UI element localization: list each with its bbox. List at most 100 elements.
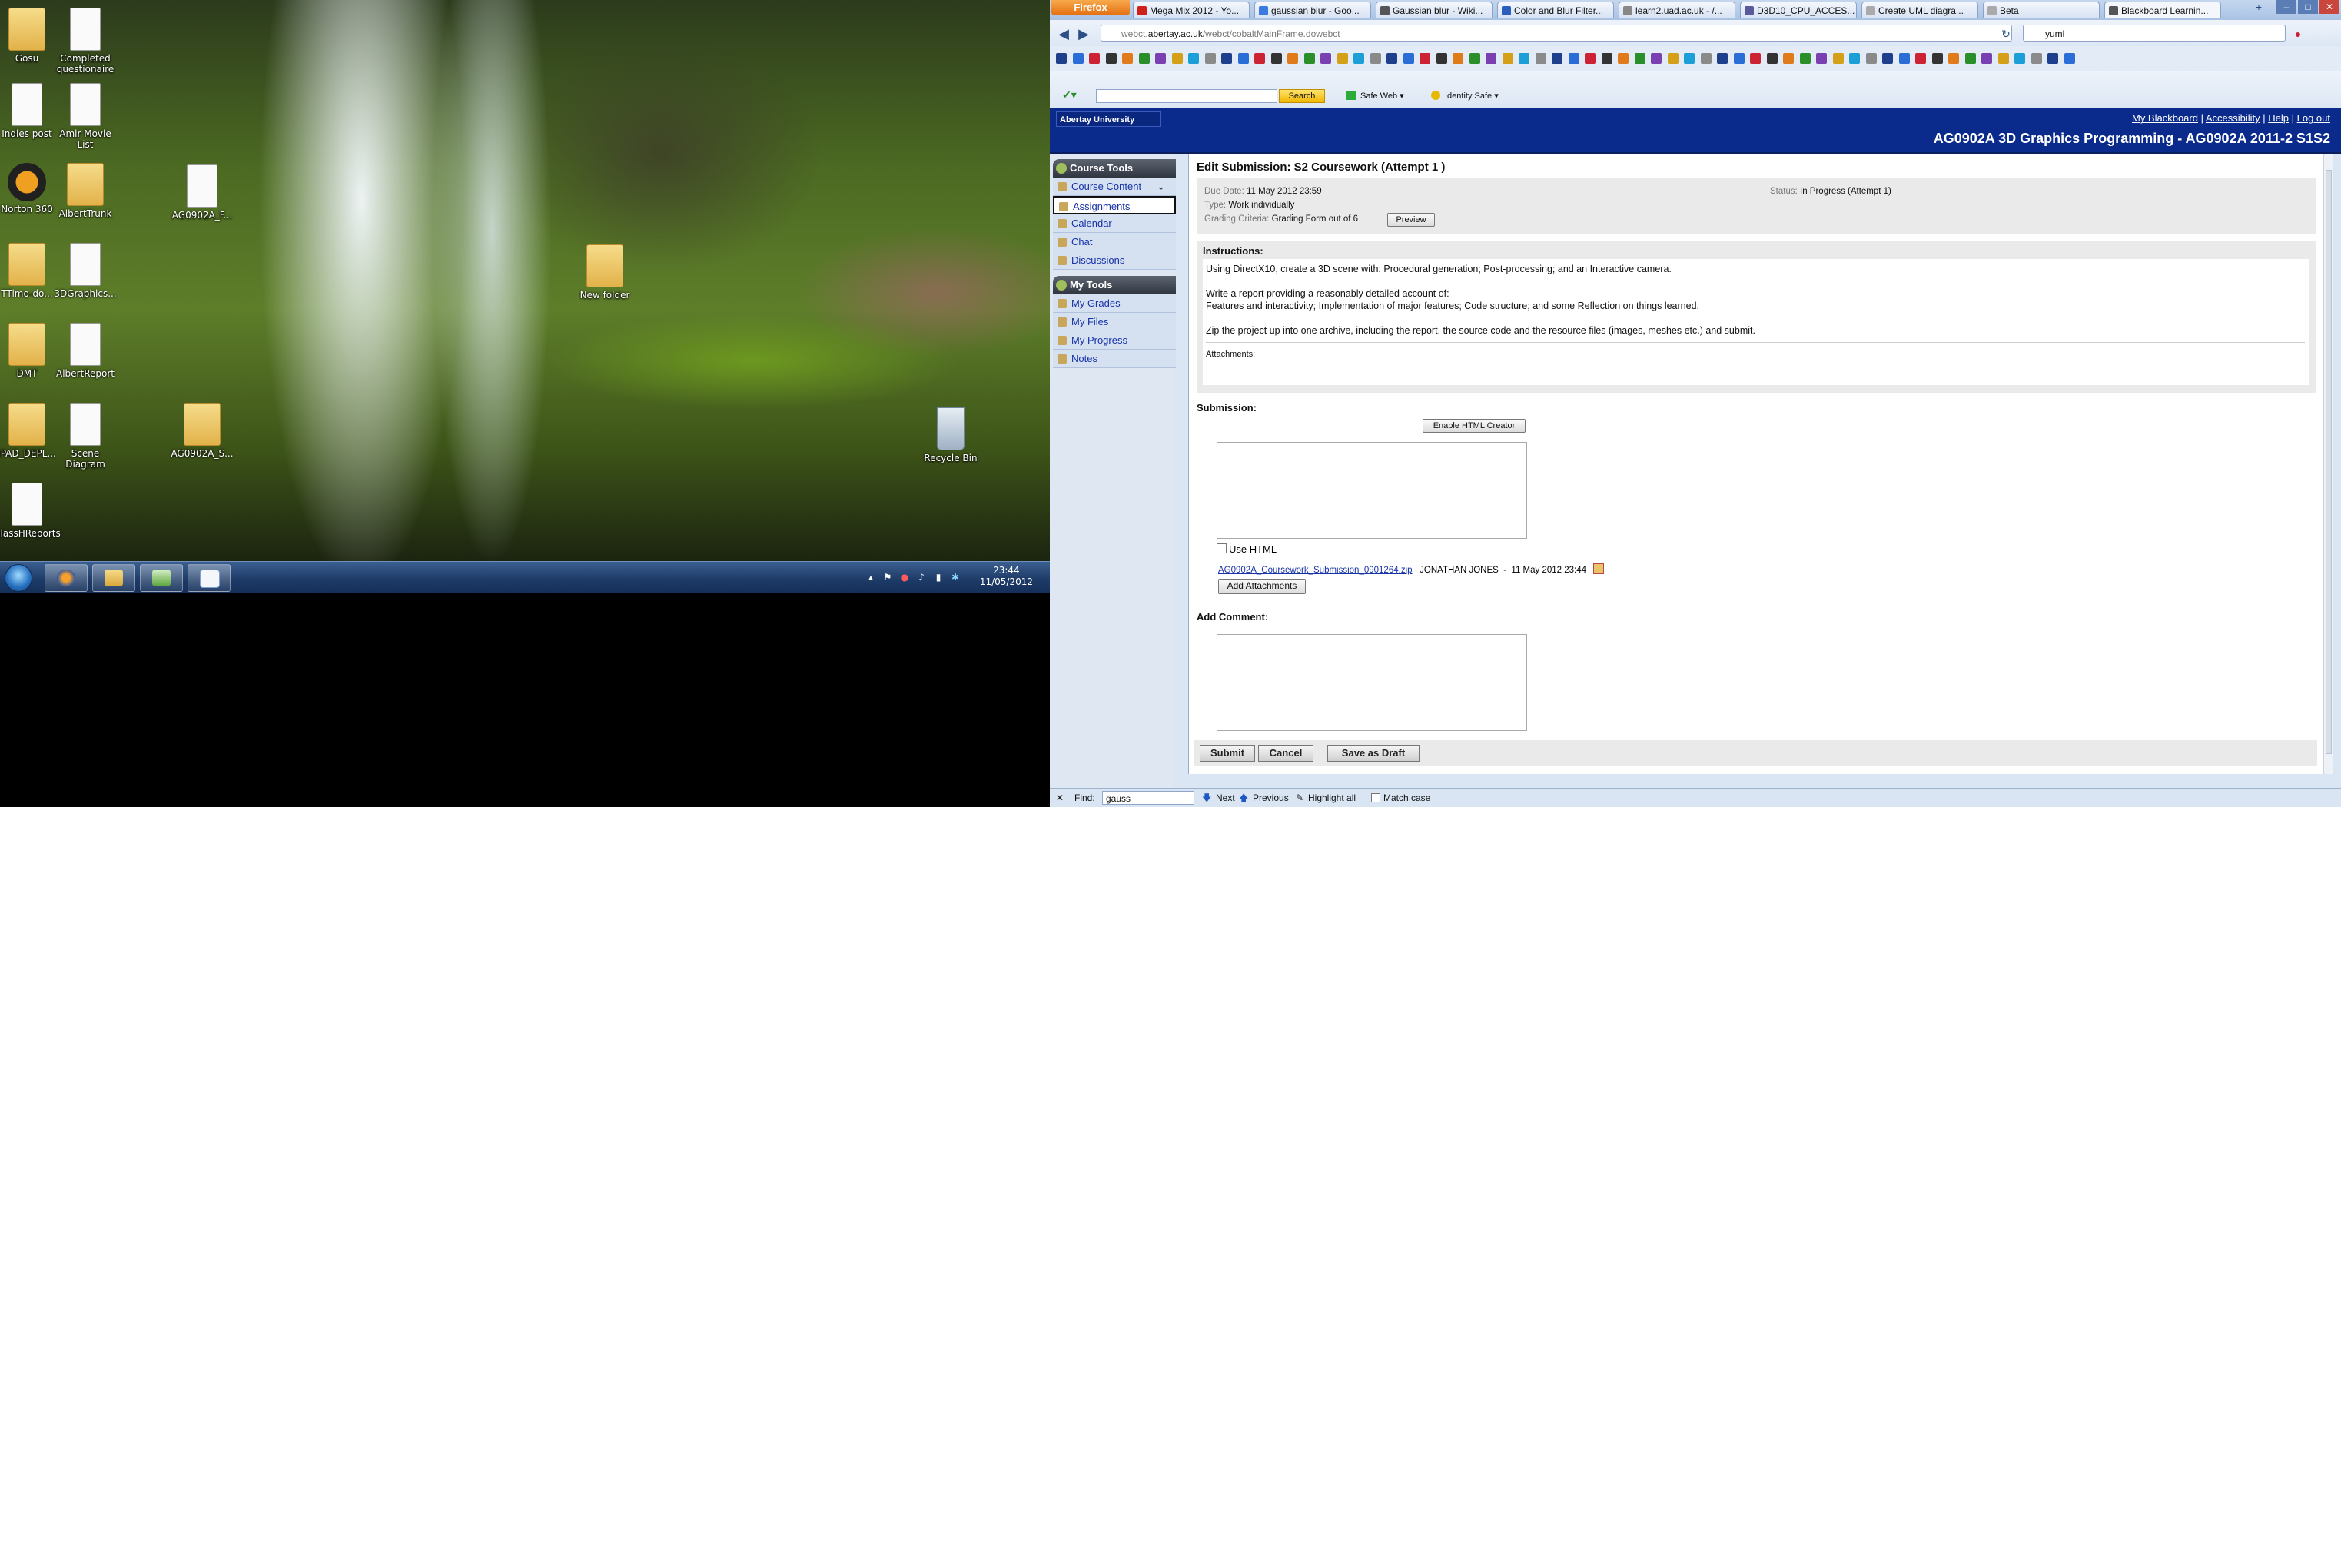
bookmark-favicon-icon[interactable]	[1667, 53, 1679, 64]
bookmark-favicon-icon[interactable]	[1502, 53, 1513, 64]
bookmark-favicon-icon[interactable]	[1519, 53, 1529, 64]
bookmark-favicon-icon[interactable]	[1353, 53, 1364, 64]
bookmark-favicon-icon[interactable]	[1188, 53, 1199, 64]
sidebar-item-my-files[interactable]: My Files	[1053, 313, 1176, 331]
desktop-icon-ag0902a-s[interactable]: AG0902A_S...	[168, 403, 237, 459]
norton-identity-safe[interactable]: Identity Safe ▾	[1431, 91, 1499, 101]
my-tools-header[interactable]: My Tools	[1053, 276, 1176, 294]
sidebar-item-assignments[interactable]: Assignments	[1053, 196, 1176, 214]
my-blackboard-link[interactable]: My Blackboard	[2132, 112, 2198, 124]
browser-tab[interactable]: Create UML diagra...	[1861, 2, 1978, 18]
bookmark-favicon-icon[interactable]	[1849, 53, 1860, 64]
bookmark-favicon-icon[interactable]	[2014, 53, 2025, 64]
browser-tab[interactable]: gaussian blur - Goo...	[1254, 2, 1371, 18]
chevron-down-icon[interactable]: ⌄	[1157, 178, 1165, 196]
desktop-icon-scene-diagram[interactable]: Scene Diagram	[51, 403, 120, 470]
browser-tab[interactable]: Beta	[1983, 2, 2100, 18]
highlight-all-button[interactable]: Highlight all	[1308, 792, 1356, 803]
addon-icon[interactable]: ●	[2290, 26, 2306, 42]
save-as-draft-button[interactable]: Save as Draft	[1327, 745, 1420, 762]
sidebar-item-calendar[interactable]: Calendar	[1053, 214, 1176, 233]
bookmark-favicon-icon[interactable]	[1585, 53, 1596, 64]
bookmark-favicon-icon[interactable]	[1535, 53, 1546, 64]
bookmark-favicon-icon[interactable]	[2047, 53, 2058, 64]
match-case-checkbox[interactable]	[1371, 793, 1380, 802]
bookmark-favicon-icon[interactable]	[1882, 53, 1893, 64]
course-tools-header[interactable]: Course Tools	[1053, 159, 1176, 178]
bookmark-favicon-icon[interactable]	[1964, 53, 1976, 64]
taskbar-clock[interactable]: 23:44 11/05/2012	[980, 565, 1033, 588]
desktop-icon-new-folder[interactable]: New folder	[570, 244, 639, 301]
bookmark-favicon-icon[interactable]	[1684, 53, 1695, 64]
bookmark-favicon-icon[interactable]	[1453, 53, 1463, 64]
desktop-icon-amir-movie-list[interactable]: Amir Movie List	[51, 83, 120, 150]
cancel-button[interactable]: Cancel	[1258, 745, 1313, 762]
sidebar-item-discussions[interactable]: Discussions	[1053, 251, 1176, 270]
accessibility-link[interactable]: Accessibility	[2206, 112, 2260, 124]
vertical-scrollbar[interactable]	[2323, 154, 2333, 774]
sidebar-item-notes[interactable]: Notes	[1053, 350, 1176, 368]
bookmark-favicon-icon[interactable]	[1105, 53, 1117, 64]
bookmark-favicon-icon[interactable]	[1221, 53, 1232, 64]
norton-search-button[interactable]: Search	[1279, 89, 1325, 103]
bookmark-favicon-icon[interactable]	[1997, 53, 2009, 64]
desktop-icon-glasshreports[interactable]: GlassHReports	[0, 483, 61, 539]
bookmark-favicon-icon[interactable]	[1898, 53, 1910, 64]
bookmark-favicon-icon[interactable]	[1171, 53, 1183, 64]
close-find-icon[interactable]: ✕	[1056, 792, 1064, 803]
add-attachments-button[interactable]: Add Attachments	[1218, 579, 1306, 594]
browser-tab[interactable]: Mega Mix 2012 - Yo...	[1133, 2, 1250, 18]
remove-attachment-icon[interactable]	[1593, 563, 1605, 574]
taskbar-explorer[interactable]	[92, 564, 135, 592]
bookmark-favicon-icon[interactable]	[1237, 53, 1249, 64]
norton-safe-web[interactable]: Safe Web ▾	[1346, 91, 1404, 101]
bookmark-favicon-icon[interactable]	[1436, 53, 1447, 64]
bookmark-favicon-icon[interactable]	[1618, 53, 1629, 64]
desktop-icon-recycle-bin[interactable]: Recycle Bin	[916, 407, 985, 463]
taskbar-document[interactable]	[188, 564, 231, 592]
help-link[interactable]: Help	[2268, 112, 2289, 124]
desktop-icon-3dgraphics[interactable]: 3DGraphics...	[51, 243, 120, 299]
attached-file-link[interactable]: AG0902A_Coursework_Submission_0901264.zi…	[1218, 566, 1413, 575]
taskbar-firefox[interactable]	[45, 564, 88, 592]
norton-check-icon[interactable]: ✔▾	[1062, 89, 1077, 100]
use-html-checkbox[interactable]	[1217, 543, 1227, 553]
bookmark-favicon-icon[interactable]	[1750, 53, 1761, 64]
forward-button[interactable]: ▶	[1076, 26, 1091, 42]
desktop-icon-questionaire[interactable]: Completed questionaire	[51, 8, 120, 75]
bookmark-favicon-icon[interactable]	[1981, 53, 1992, 64]
bookmark-favicon-icon[interactable]	[2031, 53, 2042, 64]
bookmark-favicon-icon[interactable]	[1915, 53, 1926, 64]
firefox-menu-button[interactable]: Firefox	[1051, 0, 1130, 15]
bookmark-favicon-icon[interactable]	[1469, 53, 1480, 64]
back-button[interactable]: ◀	[1056, 26, 1071, 42]
bookmark-favicon-icon[interactable]	[1420, 53, 1430, 64]
bookmark-favicon-icon[interactable]	[1783, 53, 1794, 64]
bookmark-favicon-icon[interactable]	[1320, 53, 1331, 64]
norton-search-input[interactable]	[1096, 89, 1277, 103]
bookmark-favicon-icon[interactable]	[1733, 53, 1745, 64]
bookmark-favicon-icon[interactable]	[1254, 53, 1265, 64]
bookmark-favicon-icon[interactable]	[1072, 53, 1084, 64]
enable-html-creator-button[interactable]: Enable HTML Creator	[1423, 419, 1526, 433]
start-button[interactable]	[5, 564, 32, 592]
bookmark-favicon-icon[interactable]	[1204, 53, 1216, 64]
bookmark-favicon-icon[interactable]	[1552, 53, 1562, 64]
sidebar-item-chat[interactable]: Chat	[1053, 233, 1176, 251]
new-tab-button[interactable]: +	[2249, 0, 2269, 14]
bluetooth-icon[interactable]: ✱	[950, 572, 961, 583]
maximize-button[interactable]: □	[2298, 0, 2318, 14]
bookmark-favicon-icon[interactable]	[1931, 53, 1943, 64]
find-previous-button[interactable]: Previous	[1253, 792, 1289, 803]
bookmark-favicon-icon[interactable]	[1799, 53, 1811, 64]
norton-tray-icon[interactable]: ●	[899, 572, 910, 583]
close-window-button[interactable]: ✕	[2319, 0, 2339, 14]
tray-expand-icon[interactable]: ▴	[865, 572, 876, 583]
browser-tab[interactable]: learn2.uad.ac.uk - /...	[1619, 2, 1735, 18]
next-arrow-icon[interactable]: 🡇	[1202, 792, 1211, 803]
find-next-button[interactable]: Next	[1216, 792, 1235, 803]
bookmark-favicon-icon[interactable]	[1568, 53, 1579, 64]
previous-arrow-icon[interactable]: 🡅	[1239, 792, 1248, 803]
logout-link[interactable]: Log out	[2297, 112, 2330, 124]
bookmark-favicon-icon[interactable]	[1601, 53, 1612, 64]
